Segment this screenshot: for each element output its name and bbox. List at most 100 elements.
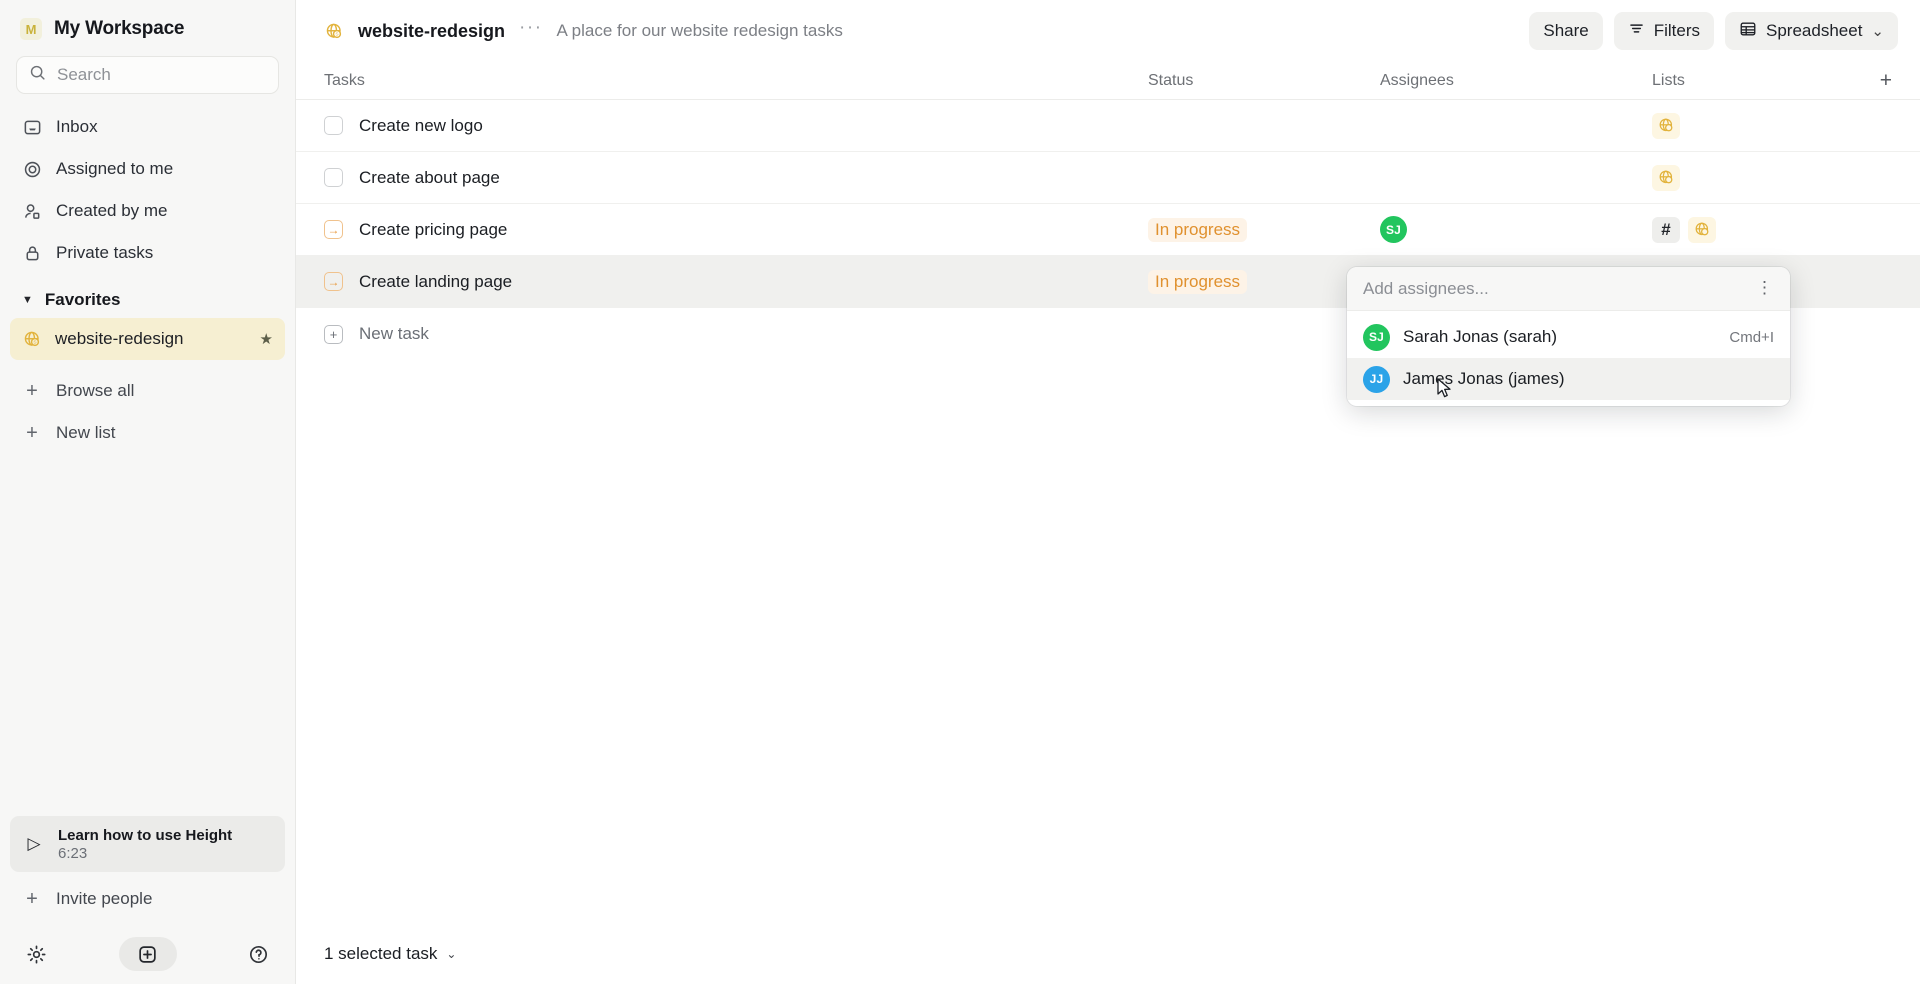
- search-icon: [29, 64, 46, 86]
- globe-icon: S: [324, 21, 344, 41]
- learn-height-card[interactable]: ▷ Learn how to use Height 6:23: [10, 816, 285, 872]
- task-checkbox[interactable]: [324, 116, 343, 135]
- sidebar-nav: Inbox Assigned to me Created by me Priva…: [0, 106, 295, 274]
- workspace-badge: M: [20, 18, 42, 40]
- browse-all-label: Browse all: [56, 381, 135, 400]
- status-bar: 1 selected task ⌄: [296, 924, 1920, 984]
- view-switcher-label: Spreadsheet: [1766, 21, 1863, 40]
- favorites-label: Favorites: [44, 290, 121, 309]
- task-cell: → Create landing page: [324, 272, 1148, 292]
- top-bar: S website-redesign ··· A place for our w…: [296, 0, 1920, 62]
- list-globe-badge[interactable]: [1652, 112, 1680, 139]
- column-header-tasks[interactable]: Tasks: [324, 72, 1148, 90]
- new-list-label: New list: [56, 423, 116, 442]
- column-header-status[interactable]: Status: [1148, 72, 1380, 90]
- top-bar-actions: Share Filters Spreadsheet ⌄: [1529, 12, 1898, 50]
- more-options-icon[interactable]: ···: [519, 17, 542, 45]
- lists-cell[interactable]: [1652, 164, 1852, 191]
- help-icon[interactable]: [248, 944, 269, 965]
- breadcrumb-title[interactable]: website-redesign: [358, 21, 505, 42]
- lists-cell[interactable]: #: [1652, 216, 1852, 243]
- lock-icon: [22, 243, 42, 263]
- main-content: S website-redesign ··· A place for our w…: [296, 0, 1920, 984]
- sidebar-bottom-bar: [0, 924, 295, 984]
- task-cell: Create new logo: [324, 116, 1148, 136]
- search-placeholder: Search: [57, 65, 111, 84]
- browse-all-button[interactable]: + Browse all: [10, 370, 285, 412]
- in-progress-arrow-icon[interactable]: →: [324, 272, 343, 291]
- assignee-option-sarah[interactable]: SJ Sarah Jonas (sarah) Cmd+I: [1347, 316, 1790, 358]
- globe-icon: S: [22, 329, 42, 349]
- task-name: Create new logo: [359, 115, 483, 135]
- kebab-menu-icon[interactable]: ⋮: [1756, 279, 1774, 296]
- sidebar-item-assigned-to-me[interactable]: Assigned to me: [10, 148, 285, 190]
- grid-icon: [1739, 20, 1757, 43]
- filters-button[interactable]: Filters: [1613, 12, 1715, 50]
- status-cell[interactable]: In progress: [1148, 217, 1380, 242]
- learn-card-text: Learn how to use Height 6:23: [58, 827, 232, 862]
- favorites-section-header[interactable]: ▼ Favorites: [0, 274, 295, 318]
- sidebar-item-label: Private tasks: [56, 243, 154, 262]
- table-row[interactable]: Create new logo: [296, 100, 1920, 152]
- learn-card-title: Learn how to use Height: [58, 826, 233, 844]
- new-task-label: New task: [359, 324, 429, 343]
- table-row[interactable]: Create about page: [296, 152, 1920, 204]
- plus-icon: +: [26, 421, 38, 444]
- list-globe-badge[interactable]: [1688, 216, 1716, 243]
- sidebar-item-private-tasks[interactable]: Private tasks: [10, 232, 285, 274]
- status-badge: In progress: [1148, 269, 1248, 294]
- task-checkbox[interactable]: [324, 168, 343, 187]
- task-name: Create about page: [359, 167, 500, 187]
- sidebar-item-website-redesign[interactable]: S website-redesign ★: [10, 318, 285, 360]
- selected-task-count[interactable]: 1 selected task ⌄: [324, 944, 456, 964]
- filters-label: Filters: [1653, 21, 1701, 40]
- new-list-button[interactable]: + New list: [10, 412, 285, 454]
- column-header-lists[interactable]: Lists: [1652, 72, 1852, 90]
- avatar: JJ: [1363, 365, 1390, 393]
- invite-people-button[interactable]: + Invite people: [10, 878, 285, 920]
- add-column-button[interactable]: +: [1852, 69, 1892, 93]
- main-spacer: [296, 360, 1920, 924]
- view-switcher-button[interactable]: Spreadsheet ⌄: [1725, 12, 1898, 50]
- star-icon[interactable]: ★: [260, 330, 273, 348]
- column-header-assignees[interactable]: Assignees: [1380, 72, 1652, 90]
- list-globe-badge[interactable]: [1652, 164, 1680, 191]
- settings-gear-icon[interactable]: [26, 944, 47, 965]
- in-progress-arrow-icon[interactable]: →: [324, 220, 343, 239]
- lists-cell[interactable]: [1652, 112, 1852, 139]
- table-row[interactable]: → Create pricing page In progress SJ #: [296, 204, 1920, 256]
- new-item-button[interactable]: [118, 937, 177, 971]
- sidebar-item-created-by-me[interactable]: Created by me: [10, 190, 285, 232]
- sidebar-item-label: website-redesign: [55, 329, 184, 348]
- sidebar-item-label: Created by me: [56, 201, 168, 220]
- inbox-icon: [22, 117, 42, 137]
- avatar: SJ: [1363, 323, 1390, 351]
- assignee-name: James Jonas (james): [1403, 369, 1565, 388]
- sidebar-item-inbox[interactable]: Inbox: [10, 106, 285, 148]
- assignee-options: SJ Sarah Jonas (sarah) Cmd+I JJ James Jo…: [1347, 311, 1790, 406]
- play-icon: ▷: [27, 834, 41, 853]
- user-icon: [22, 201, 42, 221]
- svg-text:S: S: [33, 339, 36, 345]
- chevron-down-icon: ⌄: [446, 947, 457, 961]
- assignee-option-james[interactable]: JJ James Jonas (james): [1347, 358, 1790, 400]
- share-button[interactable]: Share: [1529, 12, 1603, 50]
- list-hash-badge[interactable]: #: [1652, 216, 1680, 243]
- assignee-search-row[interactable]: Add assignees... ⋮: [1347, 267, 1790, 311]
- chevron-down-icon: ⌄: [1871, 23, 1884, 40]
- assignee-search-input[interactable]: Add assignees...: [1363, 279, 1756, 299]
- task-cell: → Create pricing page: [324, 220, 1148, 240]
- svg-text:S: S: [335, 31, 338, 37]
- status-cell[interactable]: In progress: [1148, 269, 1380, 294]
- filter-icon: [1628, 20, 1645, 42]
- plus-icon: +: [26, 379, 38, 402]
- workspace-header[interactable]: M My Workspace: [0, 0, 295, 50]
- task-cell: Create about page: [324, 168, 1148, 188]
- search-input[interactable]: Search: [16, 56, 279, 94]
- sidebar: M My Workspace Search Inbox Assigned to …: [0, 0, 296, 984]
- assignees-cell[interactable]: SJ: [1380, 216, 1652, 243]
- app-root: M My Workspace Search Inbox Assigned to …: [0, 0, 1920, 984]
- learn-card-duration: 6:23: [58, 844, 88, 862]
- selected-task-label: 1 selected task: [324, 944, 438, 963]
- sidebar-item-label: Assigned to me: [56, 159, 174, 178]
